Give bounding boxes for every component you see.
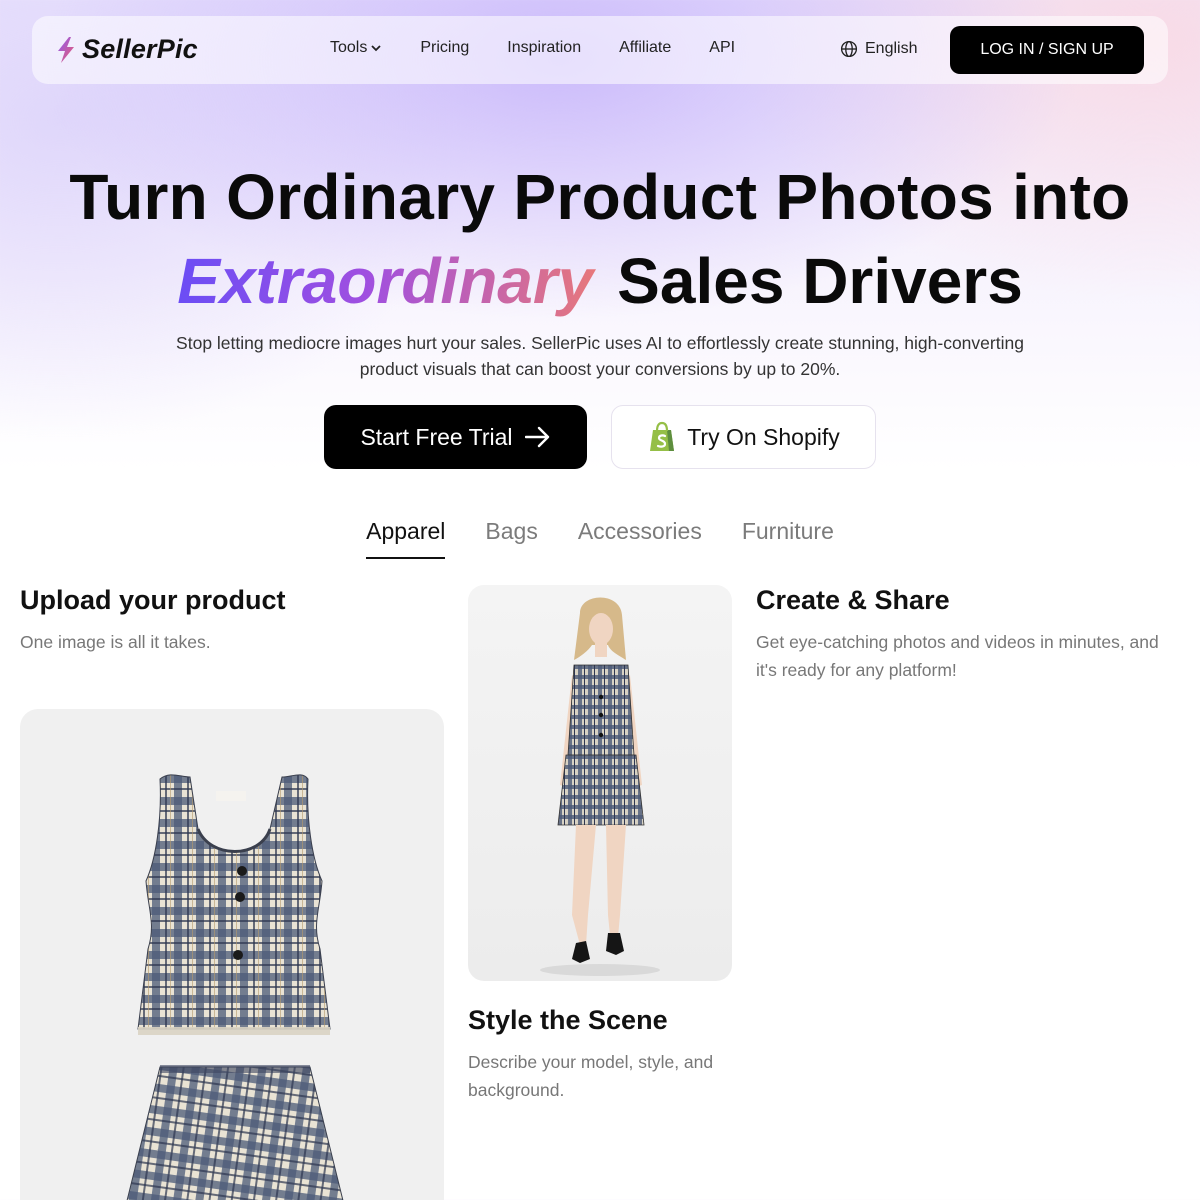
hero-highlight: Extraordinary (177, 245, 599, 317)
nav-inspiration-label: Inspiration (507, 39, 582, 56)
nav-pricing[interactable]: Pricing (420, 39, 469, 57)
nav-tools-label: Tools (330, 39, 368, 56)
hero-title-rest: Sales Drivers (617, 245, 1023, 317)
nav-pricing-label: Pricing (420, 39, 470, 56)
style-step-title: Style the Scene (468, 1005, 668, 1035)
chevron-down-icon (371, 45, 381, 52)
plaid-outfit-illustration (126, 774, 344, 1200)
tab-apparel[interactable]: Apparel (366, 518, 446, 559)
model-preview-image (468, 585, 732, 981)
upload-step-desc: One image is all it takes. (20, 632, 211, 652)
nav-affiliate[interactable]: Affiliate (619, 39, 671, 57)
language-label: English (865, 40, 918, 57)
nav-tools[interactable]: Tools (330, 39, 382, 57)
try-on-shopify-label: Try On Shopify (687, 423, 840, 450)
logo[interactable]: SellerPic (54, 34, 198, 65)
try-on-shopify-button[interactable]: Try On Shopify (611, 405, 876, 469)
style-step-desc: Describe your model, style, and backgrou… (468, 1052, 714, 1100)
login-signup-button[interactable]: LOG IN / SIGN UP (950, 26, 1144, 74)
hero-title-line1: Turn Ordinary Product Photos into (69, 161, 1131, 233)
nav-api-label: API (709, 39, 736, 56)
uploaded-product-image (20, 709, 444, 1200)
start-free-trial-button[interactable]: Start Free Trial (324, 405, 587, 469)
top-nav: SellerPic Tools Pricing Inspiration Affi… (32, 16, 1168, 84)
tab-bags[interactable]: Bags (485, 518, 537, 559)
logo-text: SellerPic (82, 34, 198, 64)
create-step-desc: Get eye-catching photos and videos in mi… (756, 632, 1159, 680)
nav-inspiration[interactable]: Inspiration (507, 39, 581, 57)
logo-bolt-icon (58, 36, 74, 63)
arrow-right-icon (524, 426, 549, 448)
hero-title-line2: Extraordinary Sales Drivers (0, 244, 1200, 318)
globe-icon (840, 40, 858, 58)
start-free-trial-label: Start Free Trial (360, 423, 513, 450)
hero-subtitle: Stop letting mediocre images hurt your s… (176, 333, 1024, 379)
upload-step-title: Upload your product (20, 585, 286, 615)
language-selector[interactable]: English (840, 40, 917, 58)
shopify-bag-icon (650, 421, 675, 451)
nav-affiliate-label: Affiliate (619, 39, 672, 56)
model-illustration (540, 597, 660, 976)
tab-accessories[interactable]: Accessories (578, 518, 702, 559)
category-tabs: Apparel Bags Accessories Furniture (0, 518, 1200, 559)
create-step-title: Create & Share (756, 585, 950, 615)
tab-furniture[interactable]: Furniture (742, 518, 834, 559)
nav-links: Tools Pricing Inspiration Affiliate API (330, 39, 773, 57)
nav-api[interactable]: API (709, 39, 735, 57)
